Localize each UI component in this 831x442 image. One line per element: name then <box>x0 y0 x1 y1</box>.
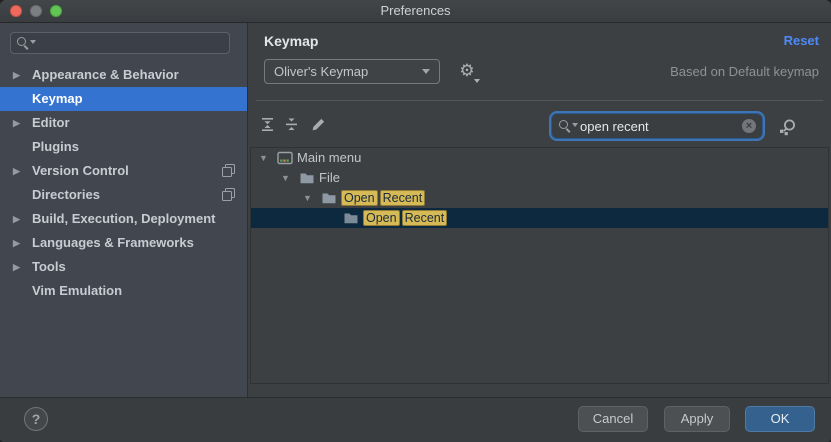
sidebar-item-vim-emulation[interactable]: Vim Emulation <box>0 279 247 303</box>
chevron-down-icon <box>422 69 430 74</box>
search-match-highlight: Open <box>363 210 400 226</box>
sidebar-nav: ▶ Appearance & Behavior Keymap ▶ Editor … <box>0 63 247 303</box>
sidebar-item-plugins[interactable]: Plugins <box>0 135 247 159</box>
based-on-label: Based on Default keymap <box>670 64 819 79</box>
sidebar-item-tools[interactable]: ▶ Tools <box>0 255 247 279</box>
edit-pencil-icon[interactable] <box>310 117 328 135</box>
sidebar-item-label: Languages & Frameworks <box>32 231 194 255</box>
sidebar-item-label: Directories <box>32 183 100 207</box>
tree-row-open-recent-selected[interactable]: OpenRecent <box>251 208 828 228</box>
sidebar-item-label: Build, Execution, Deployment <box>32 207 215 231</box>
sidebar-item-label: Appearance & Behavior <box>32 63 179 87</box>
titlebar: Preferences <box>0 0 831 23</box>
sidebar-item-keymap[interactable]: Keymap <box>0 87 247 111</box>
sidebar-item-label: Plugins <box>32 135 79 159</box>
search-options-chevron-icon <box>572 123 578 127</box>
help-button[interactable]: ? <box>24 407 48 431</box>
apply-button[interactable]: Apply <box>664 406 730 432</box>
keymap-actions-button[interactable]: ⚙ <box>454 59 480 84</box>
search-options-chevron-icon <box>30 40 36 44</box>
sidebar-item-label: Keymap <box>32 87 83 111</box>
expand-all-icon[interactable] <box>260 117 278 135</box>
ok-button[interactable]: OK <box>745 406 815 432</box>
sidebar-item-build-execution-deployment[interactable]: ▶ Build, Execution, Deployment <box>0 207 247 231</box>
keymap-tree: ▼ Main menu ▼ File ▼ OpenRecent <box>250 147 829 384</box>
folder-icon <box>321 190 337 206</box>
cancel-button[interactable]: Cancel <box>578 406 648 432</box>
chevron-right-icon: ▶ <box>13 231 20 255</box>
folder-icon <box>299 170 315 186</box>
sidebar-item-languages-frameworks[interactable]: ▶ Languages & Frameworks <box>0 231 247 255</box>
settings-search-input[interactable] <box>10 32 230 54</box>
main-menu-icon <box>277 150 293 166</box>
search-icon <box>558 119 572 133</box>
tree-node-label: Main menu <box>297 148 361 168</box>
dialog-footer: ? Cancel Apply OK <box>0 397 831 442</box>
sidebar-item-editor[interactable]: ▶ Editor <box>0 111 247 135</box>
chevron-down-icon[interactable]: ▼ <box>281 168 290 188</box>
project-settings-badge-icon <box>222 164 235 177</box>
chevron-right-icon: ▶ <box>13 63 20 87</box>
reset-link[interactable]: Reset <box>784 33 819 48</box>
tree-node-label: OpenRecent <box>363 208 449 228</box>
chevron-down-icon <box>474 79 480 83</box>
sidebar-item-appearance-behavior[interactable]: ▶ Appearance & Behavior <box>0 63 247 87</box>
tree-node-label: File <box>319 168 340 188</box>
clear-search-icon[interactable]: × <box>742 119 756 133</box>
find-actions-by-shortcut-icon[interactable] <box>777 117 797 137</box>
chevron-right-icon: ▶ <box>13 159 20 183</box>
header-separator <box>256 100 823 101</box>
chevron-right-icon: ▶ <box>13 207 20 231</box>
sidebar-item-label: Vim Emulation <box>32 279 122 303</box>
tree-row-file[interactable]: ▼ File <box>251 168 828 188</box>
sidebar-item-label: Version Control <box>32 159 129 183</box>
keymap-panel: Keymap Reset Oliver's Keymap ⚙ Based on … <box>248 23 831 397</box>
page-title: Keymap <box>264 33 318 49</box>
chevron-down-icon[interactable]: ▼ <box>303 188 312 208</box>
chevron-right-icon: ▶ <box>13 111 20 135</box>
keymap-dropdown[interactable]: Oliver's Keymap <box>264 59 440 84</box>
search-match-highlight: Recent <box>402 210 448 226</box>
chevron-down-icon[interactable]: ▼ <box>259 148 268 168</box>
search-value: open recent <box>580 119 742 134</box>
search-match-highlight: Recent <box>380 190 426 206</box>
tree-toolbar: open recent × <box>248 109 831 145</box>
settings-sidebar: ▶ Appearance & Behavior Keymap ▶ Editor … <box>0 23 247 397</box>
sidebar-item-label: Tools <box>32 255 66 279</box>
search-icon <box>16 36 30 50</box>
tree-node-label: OpenRecent <box>341 188 427 208</box>
folder-icon <box>343 210 359 226</box>
sidebar-item-label: Editor <box>32 111 70 135</box>
search-match-highlight: Open <box>341 190 378 206</box>
tree-row-open-recent[interactable]: ▼ OpenRecent <box>251 188 828 208</box>
sidebar-item-directories[interactable]: Directories <box>0 183 247 207</box>
sidebar-item-version-control[interactable]: ▶ Version Control <box>0 159 247 183</box>
window-title: Preferences <box>0 3 831 18</box>
keymap-dropdown-value: Oliver's Keymap <box>274 64 368 79</box>
project-settings-badge-icon <box>222 188 235 201</box>
keymap-search-input[interactable]: open recent × <box>551 113 763 139</box>
collapse-all-icon[interactable] <box>284 117 302 135</box>
preferences-window: Preferences ▶ Appearance & Behavior Keym… <box>0 0 831 442</box>
chevron-right-icon: ▶ <box>13 255 20 279</box>
tree-row-main-menu[interactable]: ▼ Main menu <box>251 148 828 168</box>
